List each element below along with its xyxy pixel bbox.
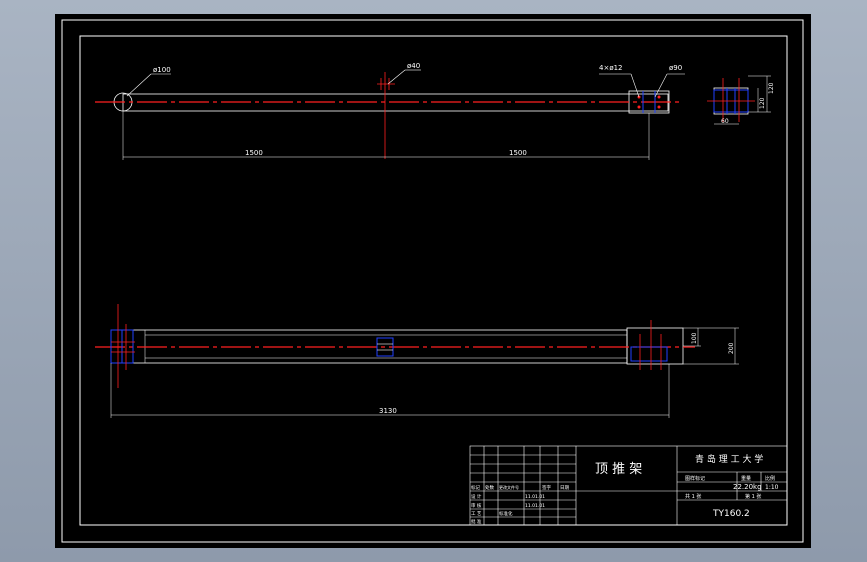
plate-hole: [657, 95, 661, 99]
tb-r-design: 设 计: [471, 493, 482, 500]
tb-sheet-left: 共 1 张: [685, 493, 701, 500]
end-block-right: [626, 327, 684, 365]
inner-border: [79, 35, 788, 526]
leader-dia100: [126, 73, 152, 97]
cad-drawing: ø100 ø40 4×ø12 ø90 1500 1500 120 120 60: [61, 19, 804, 543]
tb-scale: 1:10: [765, 484, 779, 491]
label-dia90: ø90: [669, 64, 682, 72]
dim-1500-right: 1500: [509, 149, 527, 157]
label-dia100: ø100: [153, 66, 171, 74]
tb-r-craft: 工 艺: [471, 511, 482, 517]
side-dim-120a: 120: [759, 97, 766, 109]
front-dim-200: 200: [728, 342, 735, 354]
side-dim-60: 60: [721, 118, 729, 125]
tb-designer-date: 11.01.01: [525, 494, 545, 500]
tb-c-weight: 重量: [741, 475, 751, 482]
tb-checker-date: 11.01.01: [525, 503, 545, 509]
front-dim-100: 100: [691, 332, 698, 344]
tb-h-sign: 签字: [542, 484, 551, 491]
tb-sheet-right: 第 1 张: [745, 493, 761, 500]
plate-hole: [657, 105, 661, 109]
leader-dia40: [387, 69, 406, 85]
school-name: 青 岛 理 工 大 学: [695, 453, 763, 465]
front-dim-3130: 3130: [379, 407, 397, 415]
tb-h-change: 更改文件号: [499, 484, 519, 490]
part-name: 顶 推 架: [595, 462, 642, 477]
label-dia40: ø40: [407, 62, 420, 70]
tb-mass: 22.20kg: [733, 483, 762, 491]
tb-h-mark: 标记: [471, 484, 480, 491]
tb-h-date: 日期: [560, 485, 569, 491]
right-end-hidden: [630, 346, 668, 362]
drawing-sheet: ø100 ø40 4×ø12 ø90 1500 1500 120 120 60: [55, 14, 811, 548]
plate-hole: [637, 105, 641, 109]
front-view: 100 200 3130: [95, 304, 739, 418]
label-4holes: 4×ø12: [599, 64, 623, 72]
outer-border: [61, 19, 804, 543]
leader-holes: [630, 73, 640, 98]
top-view: ø100 ø40 4×ø12 ø90 1500 1500: [95, 62, 685, 160]
side-dim-120b: 120: [768, 82, 775, 94]
tb-r-std: 标准化: [499, 510, 513, 517]
tb-h-count: 处数: [485, 484, 494, 491]
tb-r-approve: 批 准: [471, 518, 482, 525]
tb-c-scale: 比例: [765, 475, 775, 482]
leader-dia90: [654, 73, 668, 98]
side-view: 120 120 60: [707, 75, 775, 125]
tb-r-check: 审 核: [471, 502, 482, 509]
dim-1500-left: 1500: [245, 149, 263, 157]
drawing-number: TY160.2: [712, 509, 750, 519]
tb-c-stage: 图样标记: [685, 475, 705, 482]
